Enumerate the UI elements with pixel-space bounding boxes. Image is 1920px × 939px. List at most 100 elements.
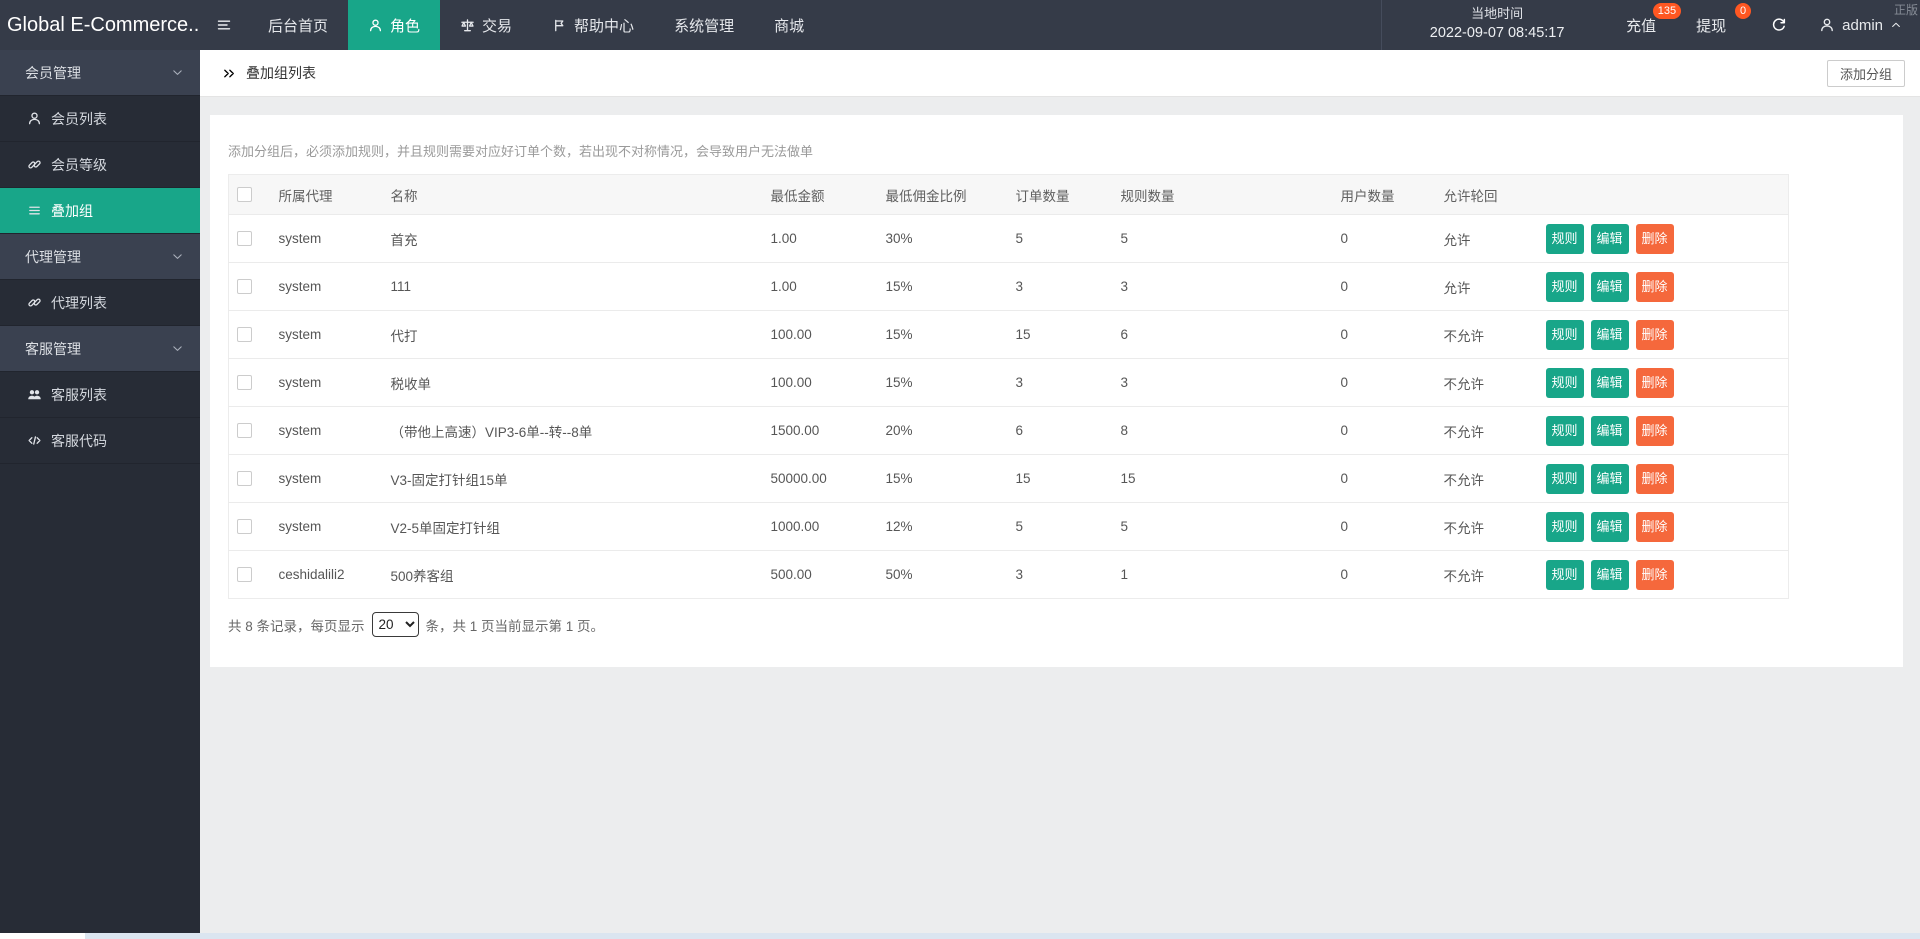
rule-button[interactable]: 规则 <box>1546 224 1584 254</box>
cell-name: 111 <box>383 263 763 311</box>
cell-actions: 规则编辑删除 <box>1538 215 1789 263</box>
table-row: system（带他上高速）VIP3-6单--转--8单1500.0020%680… <box>229 407 1789 455</box>
cell-loop: 不允许 <box>1436 551 1538 599</box>
menu-item-home[interactable]: 后台首页 <box>248 0 348 50</box>
sidebar-item-service-code[interactable]: 客服代码 <box>0 418 200 464</box>
edit-button[interactable]: 编辑 <box>1591 416 1629 446</box>
cell-min_amount: 100.00 <box>763 359 878 407</box>
table-row: systemV2-5单固定打针组1000.0012%550不允许规则编辑删除 <box>229 503 1789 551</box>
main-area: 叠加组列表 添加分组 添加分组后，必须添加规则，并且规则需要对应好订单个数，若出… <box>200 50 1920 933</box>
list-icon <box>27 203 42 218</box>
cell-loop: 不允许 <box>1436 503 1538 551</box>
pagination-suffix: 条，共 1 页当前显示第 1 页。 <box>426 615 605 635</box>
select-all-checkbox[interactable] <box>237 187 252 202</box>
rule-button[interactable]: 规则 <box>1546 272 1584 302</box>
row-checkbox[interactable] <box>237 471 252 486</box>
row-checkbox[interactable] <box>237 375 252 390</box>
delete-button[interactable]: 删除 <box>1636 272 1674 302</box>
pagination-prefix: 共 8 条记录，每页显示 <box>228 615 365 635</box>
table-row: system代打100.0015%1560不允许规则编辑删除 <box>229 311 1789 359</box>
column-header: 最低佣金比例 <box>878 175 1008 215</box>
cell-min_amount: 1.00 <box>763 263 878 311</box>
withdraw-label: 提现 <box>1696 15 1726 36</box>
delete-button[interactable]: 删除 <box>1636 464 1674 494</box>
content-card: 添加分组后，必须添加规则，并且规则需要对应好订单个数，若出现不对称情况，会导致用… <box>210 115 1903 667</box>
chevron-up-icon <box>1890 19 1902 31</box>
navbar-right: 当地时间 2022-09-07 08:45:17 充值 135 提现 0 adm… <box>1381 0 1920 50</box>
withdraw-button[interactable]: 提现 0 <box>1682 0 1752 50</box>
code-icon <box>27 433 42 448</box>
cell-actions: 规则编辑删除 <box>1538 359 1789 407</box>
menu-item-mall[interactable]: 商城 <box>754 0 824 50</box>
cell-agent: system <box>271 407 383 455</box>
rule-button[interactable]: 规则 <box>1546 320 1584 350</box>
rule-button[interactable]: 规则 <box>1546 368 1584 398</box>
username: admin <box>1842 17 1883 34</box>
sidebar-toggle-button[interactable] <box>200 0 248 50</box>
chevron-down-icon <box>171 342 184 355</box>
sidebar-item-label: 会员等级 <box>51 155 107 175</box>
row-checkbox[interactable] <box>237 423 252 438</box>
rule-button[interactable]: 规则 <box>1546 560 1584 590</box>
refresh-icon <box>1770 17 1787 34</box>
delete-button[interactable]: 删除 <box>1636 560 1674 590</box>
delete-button[interactable]: 删除 <box>1636 368 1674 398</box>
row-checkbox[interactable] <box>237 567 252 582</box>
row-checkbox[interactable] <box>237 231 252 246</box>
delete-button[interactable]: 删除 <box>1636 512 1674 542</box>
sidebar-group-agent-management[interactable]: 代理管理 <box>0 234 200 280</box>
sidebar-item-overlay-group[interactable]: 叠加组 <box>0 188 200 234</box>
menu-item-help-center[interactable]: 帮助中心 <box>532 0 654 50</box>
cell-rules: 3 <box>1113 359 1333 407</box>
menu-item-role[interactable]: 角色 <box>348 0 440 50</box>
local-time-label: 当地时间 <box>1398 5 1596 23</box>
rule-button[interactable]: 规则 <box>1546 464 1584 494</box>
sidebar-group-service-management[interactable]: 客服管理 <box>0 326 200 372</box>
delete-button[interactable]: 删除 <box>1636 224 1674 254</box>
sidebar-item-member-list[interactable]: 会员列表 <box>0 96 200 142</box>
rule-button[interactable]: 规则 <box>1546 512 1584 542</box>
sidebar-item-agent-list[interactable]: 代理列表 <box>0 280 200 326</box>
cell-loop: 不允许 <box>1436 359 1538 407</box>
pagination: 共 8 条记录，每页显示 20 条，共 1 页当前显示第 1 页。 <box>228 612 1903 637</box>
edit-button[interactable]: 编辑 <box>1591 272 1629 302</box>
delete-button[interactable]: 删除 <box>1636 320 1674 350</box>
refresh-button[interactable] <box>1752 0 1805 50</box>
cell-min_commission: 12% <box>878 503 1008 551</box>
table-row: ceshidalili2500养客组500.0050%310不允许规则编辑删除 <box>229 551 1789 599</box>
edit-button[interactable]: 编辑 <box>1591 464 1629 494</box>
edit-button[interactable]: 编辑 <box>1591 560 1629 590</box>
cell-users: 0 <box>1333 407 1436 455</box>
menu-item-trade[interactable]: 交易 <box>440 0 532 50</box>
delete-button[interactable]: 删除 <box>1636 416 1674 446</box>
hamburger-icon <box>216 17 232 33</box>
top-navbar: Global E-Commerce... 后台首页角色交易帮助中心系统管理商城 … <box>0 0 1920 50</box>
cell-min_commission: 30% <box>878 215 1008 263</box>
menu-item-label: 商城 <box>774 15 804 36</box>
edit-button[interactable]: 编辑 <box>1591 512 1629 542</box>
local-time-value: 2022-09-07 08:45:17 <box>1398 23 1596 44</box>
rule-button[interactable]: 规则 <box>1546 416 1584 446</box>
row-checkbox[interactable] <box>237 279 252 294</box>
cell-min_commission: 15% <box>878 455 1008 503</box>
edit-button[interactable]: 编辑 <box>1591 320 1629 350</box>
edit-button[interactable]: 编辑 <box>1591 224 1629 254</box>
row-checkbox[interactable] <box>237 327 252 342</box>
cell-name: （带他上高速）VIP3-6单--转--8单 <box>383 407 763 455</box>
sidebar-item-service-list[interactable]: 客服列表 <box>0 372 200 418</box>
cell-name: 首充 <box>383 215 763 263</box>
row-checkbox[interactable] <box>237 519 252 534</box>
scrollbar-thumb[interactable] <box>85 933 1920 939</box>
menu-item-label: 帮助中心 <box>574 15 634 36</box>
cell-users: 0 <box>1333 503 1436 551</box>
sidebar-item-member-level[interactable]: 会员等级 <box>0 142 200 188</box>
add-group-button[interactable]: 添加分组 <box>1827 60 1905 87</box>
recharge-badge: 135 <box>1653 3 1681 19</box>
sidebar-group-member-management[interactable]: 会员管理 <box>0 50 200 96</box>
horizontal-scrollbar[interactable] <box>0 933 1920 939</box>
edit-button[interactable]: 编辑 <box>1591 368 1629 398</box>
cell-min_commission: 20% <box>878 407 1008 455</box>
recharge-button[interactable]: 充值 135 <box>1612 0 1682 50</box>
page-size-select[interactable]: 20 <box>372 612 419 637</box>
menu-item-system[interactable]: 系统管理 <box>654 0 754 50</box>
